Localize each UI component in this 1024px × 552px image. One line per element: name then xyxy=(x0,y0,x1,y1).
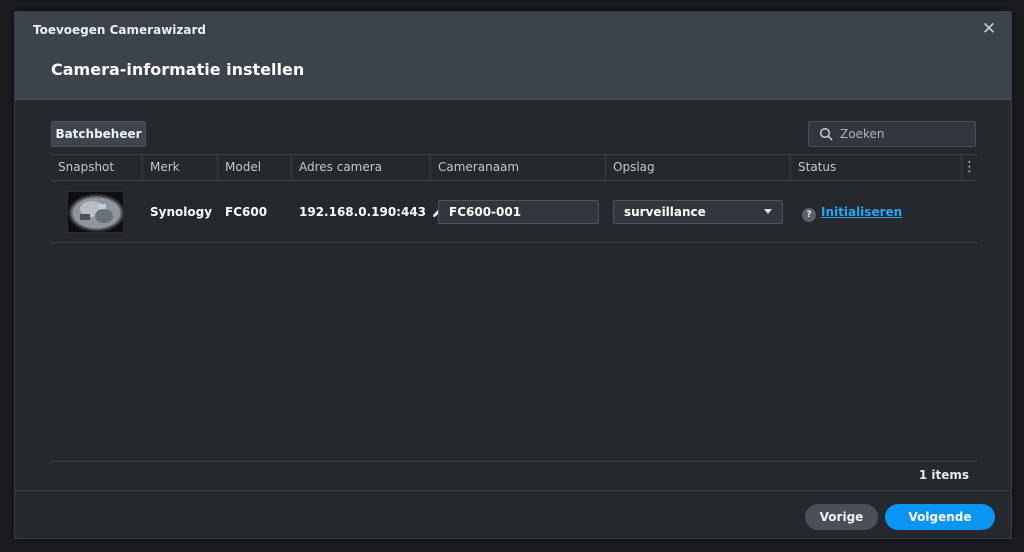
caret-down-icon xyxy=(764,209,772,214)
help-icon[interactable]: ? xyxy=(802,207,816,222)
camera-name-input[interactable] xyxy=(438,199,599,224)
brand-cell: Synology xyxy=(150,204,213,219)
camera-table: Snapshot Merk Model Adres camera Cameran… xyxy=(51,154,977,243)
step-title: Camera-informatie instellen xyxy=(51,60,305,79)
model-cell: FC600 xyxy=(225,204,268,219)
next-button[interactable]: Volgende xyxy=(885,504,995,530)
column-header-storage[interactable]: Opslag xyxy=(606,155,791,181)
wizard-title: Toevoegen Camerawizard xyxy=(33,23,206,37)
column-header-model[interactable]: Model xyxy=(218,155,292,181)
camera-wizard-dialog: Toevoegen Camerawizard ✕ Camera-informat… xyxy=(14,11,1012,539)
column-header-address[interactable]: Adres camera xyxy=(292,155,431,181)
search-icon xyxy=(819,127,833,141)
status-cell: ? Initialiseren xyxy=(802,181,902,242)
status-link[interactable]: Initialiseren xyxy=(821,205,902,219)
table-footer-divider xyxy=(51,461,977,462)
column-header-snapshot[interactable]: Snapshot xyxy=(51,155,143,181)
dialog-button-bar: Vorige Volgende xyxy=(15,490,1011,539)
column-header-status[interactable]: Status xyxy=(791,155,961,181)
camera-name-cell xyxy=(438,181,599,242)
table-header: Snapshot Merk Model Adres camera Cameran… xyxy=(51,154,977,181)
address-value: 192.168.0.190:443 xyxy=(299,204,427,219)
column-header-camera-name[interactable]: Cameranaam xyxy=(431,155,606,181)
batch-manage-button[interactable]: Batchbeheer xyxy=(51,121,146,147)
camera-snapshot xyxy=(67,190,124,233)
storage-value: surveillance xyxy=(624,204,706,219)
close-icon[interactable]: ✕ xyxy=(981,21,997,38)
item-count: 1 items xyxy=(918,468,969,482)
snapshot-cell xyxy=(67,181,124,242)
previous-button[interactable]: Vorige xyxy=(805,504,878,530)
table-row[interactable]: Synology FC600 192.168.0.190:443 surveil… xyxy=(51,181,977,243)
search-box[interactable] xyxy=(808,121,976,147)
more-vertical-icon[interactable]: ⋮ xyxy=(961,155,977,181)
address-cell: 192.168.0.190:443 xyxy=(299,181,444,242)
storage-cell: surveillance xyxy=(613,181,783,242)
column-header-brand[interactable]: Merk xyxy=(143,155,218,181)
search-input[interactable] xyxy=(840,127,970,141)
storage-select[interactable]: surveillance xyxy=(613,199,783,224)
dialog-header: Toevoegen Camerawizard ✕ Camera-informat… xyxy=(15,12,1011,100)
